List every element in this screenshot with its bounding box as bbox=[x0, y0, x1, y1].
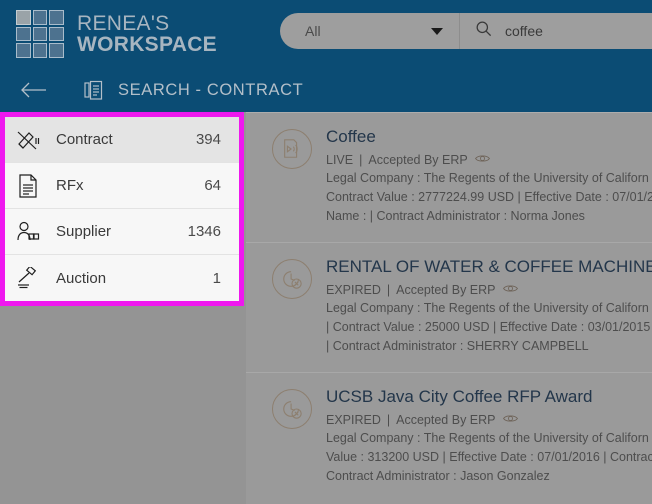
sidebar-item-count: 1 bbox=[212, 269, 221, 287]
documents-icon bbox=[84, 80, 104, 101]
sidebar-item-contract[interactable]: Contract 394 bbox=[5, 117, 239, 163]
result-meta-line: Value : 313200 USD | Effective Date : 07… bbox=[326, 450, 652, 464]
sidebar-item-label: RFx bbox=[56, 177, 84, 194]
result-card[interactable]: Coffee LIVE | Accepted By ERP Legal Comp… bbox=[246, 113, 652, 243]
search-input-area[interactable]: coffee bbox=[460, 19, 652, 43]
result-meta-line: Name : | Contract Administrator : Norma … bbox=[326, 209, 585, 223]
result-status: EXPIRED bbox=[326, 283, 381, 297]
brand-line-2: WORKSPACE bbox=[77, 33, 217, 56]
result-status-line: EXPIRED | Accepted By ERP bbox=[326, 282, 652, 299]
page-title: SEARCH - CONTRACT bbox=[118, 80, 304, 99]
page-subheader: SEARCH - CONTRACT bbox=[0, 68, 652, 112]
search-input[interactable]: coffee bbox=[505, 23, 543, 39]
contract-signature-icon bbox=[5, 129, 51, 151]
sidebar-item-label: Contract bbox=[56, 131, 113, 148]
sidebar-item-count: 394 bbox=[195, 131, 221, 148]
grid-logo-icon bbox=[16, 10, 64, 58]
sidebar-item-label: Auction bbox=[56, 269, 107, 287]
arrow-left-icon[interactable] bbox=[20, 81, 47, 99]
status-separator: | bbox=[359, 153, 363, 167]
brand-line-1: RENEA'S bbox=[77, 11, 170, 35]
sidebar-item-rfx[interactable]: RFx 64 bbox=[5, 163, 239, 209]
result-meta-line: Legal Company : The Regents of the Unive… bbox=[326, 171, 649, 185]
search-bar[interactable]: All coffee bbox=[280, 13, 652, 49]
category-sidebar: Contract 394 RFx 64 Supplier 1346 Auctio… bbox=[0, 112, 244, 306]
chevron-down-icon bbox=[431, 27, 443, 35]
result-erp-status: Accepted By ERP bbox=[396, 413, 496, 427]
sidebar-item-label: Supplier bbox=[56, 223, 112, 240]
eye-icon[interactable] bbox=[502, 282, 519, 299]
eye-icon[interactable] bbox=[474, 152, 491, 169]
sidebar-item-count: 1346 bbox=[187, 223, 221, 240]
status-separator: | bbox=[386, 413, 391, 427]
result-meta-line: | Contract Value : 25000 USD | Effective… bbox=[326, 320, 651, 334]
gavel-icon bbox=[5, 267, 51, 289]
result-status: EXPIRED bbox=[326, 413, 381, 427]
result-meta-line: Legal Company : The Regents of the Unive… bbox=[326, 431, 649, 445]
result-title: Coffee bbox=[326, 127, 376, 146]
result-meta-line: | Contract Administrator : SHERRY CAMPBE… bbox=[326, 339, 589, 353]
result-meta-line: Contract Value : 2777224.99 USD | Effect… bbox=[326, 190, 652, 204]
brand-area: RENEA'S WORKSPACE bbox=[0, 10, 217, 58]
result-erp-status: Accepted By ERP bbox=[396, 283, 496, 297]
result-title: UCSB Java City Coffee RFP Award bbox=[326, 387, 593, 406]
search-results-list: Coffee LIVE | Accepted By ERP Legal Comp… bbox=[246, 112, 652, 504]
result-meta-line: Legal Company : The Regents of the Unive… bbox=[326, 301, 649, 315]
result-card[interactable]: RENTAL OF WATER & COFFEE MACHINES EXPIRE… bbox=[246, 243, 652, 373]
search-scope-value: All bbox=[305, 23, 321, 39]
result-status: LIVE bbox=[326, 153, 354, 167]
document-live-icon bbox=[272, 129, 312, 169]
brand-title: RENEA'S WORKSPACE bbox=[77, 11, 217, 56]
app-header: RENEA'S WORKSPACE All coffee bbox=[0, 0, 652, 68]
sidebar-item-auction[interactable]: Auction 1 bbox=[5, 255, 239, 301]
result-title: RENTAL OF WATER & COFFEE MACHINES bbox=[326, 257, 652, 276]
result-meta-line: Contract Administrator : Jason Gonzalez bbox=[326, 469, 550, 483]
status-separator: | bbox=[386, 283, 391, 297]
result-card[interactable]: UCSB Java City Coffee RFP Award EXPIRED … bbox=[246, 373, 652, 503]
search-icon bbox=[474, 19, 493, 43]
clock-expired-icon bbox=[272, 389, 312, 429]
result-erp-status: Accepted By ERP bbox=[368, 153, 468, 167]
eye-icon[interactable] bbox=[502, 412, 519, 429]
sidebar-item-supplier[interactable]: Supplier 1346 bbox=[5, 209, 239, 255]
clock-expired-icon bbox=[272, 259, 312, 299]
sidebar-item-count: 64 bbox=[204, 177, 221, 194]
search-scope-dropdown[interactable]: All bbox=[280, 13, 460, 49]
result-status-line: LIVE | Accepted By ERP bbox=[326, 152, 652, 169]
document-lines-icon bbox=[5, 173, 51, 198]
person-supplier-icon bbox=[5, 221, 51, 243]
result-status-line: EXPIRED | Accepted By ERP bbox=[326, 412, 652, 429]
